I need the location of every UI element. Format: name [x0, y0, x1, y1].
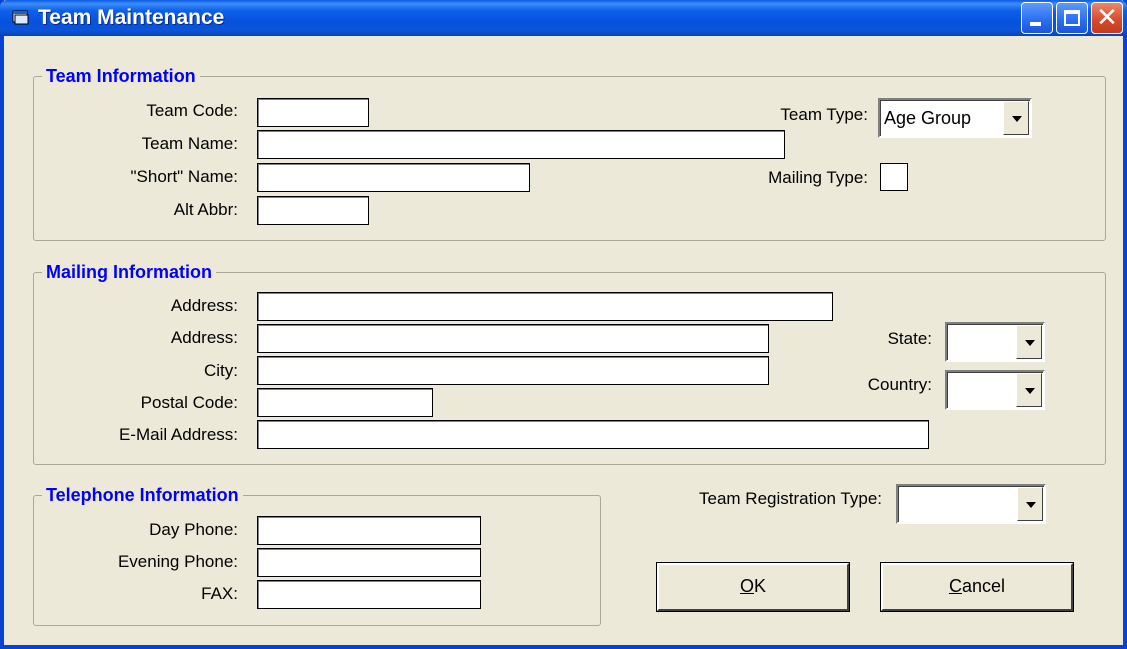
cancel-button[interactable]: Cancel — [881, 563, 1073, 611]
fax-label: FAX: — [201, 584, 238, 603]
ok-label-rest: K — [754, 576, 767, 596]
team-registration-type-label: Team Registration Type: — [699, 489, 882, 508]
window-title: Team Maintenance — [38, 6, 225, 29]
chevron-down-icon[interactable] — [1016, 373, 1042, 407]
country-select[interactable] — [945, 370, 1045, 410]
maximize-icon — [1064, 10, 1080, 26]
cancel-mnemonic: C — [948, 576, 962, 596]
email-address-input[interactable] — [257, 420, 929, 449]
short-name-input[interactable] — [257, 163, 530, 192]
alt-abbr-label: Alt Abbr: — [173, 200, 238, 219]
team-code-label: Team Code: — [146, 101, 238, 120]
city-label: City: — [204, 361, 238, 380]
day-phone-input[interactable] — [257, 516, 481, 545]
minimize-icon — [1030, 22, 1041, 26]
team-type-label: Team Type: — [780, 105, 868, 124]
mailing-information-legend: Mailing Information — [42, 262, 216, 282]
cancel-label-rest: ancel — [961, 576, 1006, 596]
short-name-label: "Short" Name: — [130, 167, 239, 186]
state-select[interactable] — [945, 322, 1045, 362]
chevron-down-icon[interactable] — [1017, 487, 1043, 521]
team-maintenance-window: Team Maintenance ✕ Team Information Team… — [0, 0, 1127, 649]
country-label: Country: — [867, 375, 932, 394]
team-name-input[interactable] — [257, 130, 785, 159]
title-bar[interactable]: Team Maintenance ✕ — [0, 0, 1127, 36]
fax-input[interactable] — [257, 580, 481, 609]
team-information-legend: Team Information — [42, 66, 200, 86]
mailing-type-checkbox[interactable] — [880, 163, 908, 191]
postal-code-input[interactable] — [257, 388, 433, 417]
email-address-label: E-Mail Address: — [118, 425, 238, 444]
address2-input[interactable] — [257, 324, 769, 353]
close-button[interactable]: ✕ — [1091, 2, 1123, 34]
address2-label: Address: — [170, 328, 238, 347]
team-type-value: Age Group — [884, 108, 972, 128]
address1-input[interactable] — [257, 292, 833, 321]
state-label: State: — [887, 329, 932, 348]
ok-button[interactable]: OK — [657, 563, 849, 611]
chevron-down-icon[interactable] — [1003, 101, 1029, 135]
telephone-information-legend: Telephone Information — [42, 485, 243, 505]
evening-phone-label: Evening Phone: — [117, 552, 238, 571]
team-registration-type-select[interactable] — [896, 484, 1046, 524]
maximize-button[interactable] — [1056, 2, 1088, 34]
team-code-input[interactable] — [257, 98, 369, 127]
postal-code-label: Postal Code: — [140, 393, 238, 412]
address1-label: Address: — [170, 296, 238, 315]
alt-abbr-input[interactable] — [257, 196, 369, 225]
close-icon: ✕ — [1096, 3, 1118, 33]
city-input[interactable] — [257, 356, 769, 385]
team-name-label: Team Name: — [141, 134, 238, 153]
app-window-icon — [12, 10, 29, 25]
team-type-select[interactable]: Age Group — [878, 98, 1032, 138]
day-phone-label: Day Phone: — [149, 520, 238, 539]
minimize-button[interactable] — [1021, 2, 1053, 34]
ok-mnemonic: O — [739, 576, 754, 596]
mailing-type-label: Mailing Type: — [768, 168, 868, 187]
chevron-down-icon[interactable] — [1016, 325, 1042, 359]
evening-phone-input[interactable] — [257, 548, 481, 577]
